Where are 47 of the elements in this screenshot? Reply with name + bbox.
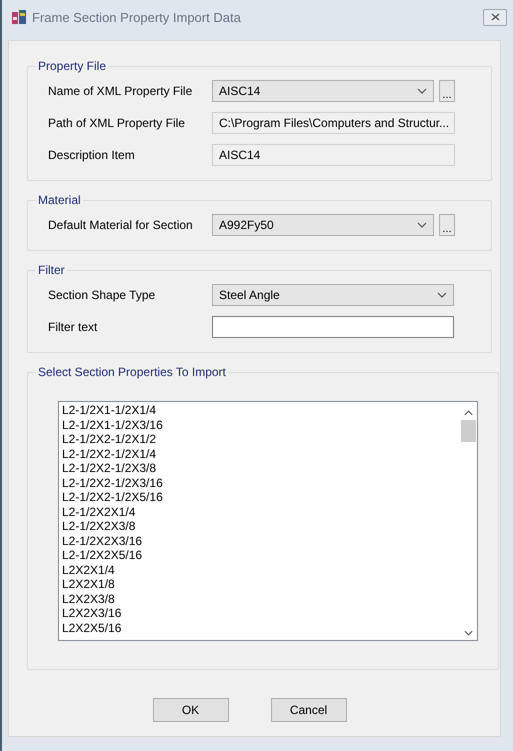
scroll-up-icon[interactable] — [464, 410, 473, 416]
list-item[interactable]: L2-1/2X1-1/2X3/16 — [62, 418, 457, 432]
list-item[interactable]: L2-1/2X2X3/8 — [62, 519, 457, 534]
scroll-down-icon — [464, 630, 473, 636]
app-icon — [11, 9, 27, 25]
input-field[interactable] — [212, 316, 454, 338]
list-item[interactable]: L2-1/2X2-1/2X3/8 — [62, 461, 457, 476]
field-label: Section Shape Type — [48, 288, 156, 302]
list-item[interactable]: L2-1/2X1-1/2X1/4 — [62, 403, 457, 418]
section-list[interactable] — [58, 401, 478, 641]
group-title: Property File — [37, 59, 108, 73]
scrollbar-thumb[interactable] — [461, 420, 476, 442]
dropdown[interactable]: AISC14 — [212, 80, 434, 102]
field-label: Name of XML Property File — [48, 84, 194, 98]
field-label: Path of XML Property File — [48, 116, 186, 130]
close-icon[interactable] — [490, 13, 500, 21]
field-label: Description Item — [48, 148, 136, 162]
list-item[interactable]: L2-1/2X2X5/16 — [62, 548, 457, 562]
list-item[interactable]: L2-1/2X2-1/2X5/16 — [62, 490, 457, 504]
chevron-down-icon — [417, 222, 427, 228]
chevron-down-icon — [417, 88, 427, 94]
dialog-button[interactable]: Cancel — [270, 698, 346, 722]
list-item[interactable]: L2-1/2X2-1/2X3/16 — [62, 476, 457, 490]
browse-button[interactable]: ... — [439, 214, 455, 236]
dropdown[interactable]: A992Fy50 — [212, 214, 434, 236]
list-item[interactable]: L2-1/2X2-1/2X1/4 — [62, 446, 457, 461]
readonly-field: AISC14 — [212, 144, 455, 166]
group-title: Filter — [37, 263, 66, 277]
window-title: Frame Section Property Import Data — [32, 10, 242, 24]
list-item[interactable]: L2X2X1/4 — [62, 562, 457, 577]
list-item[interactable]: L2X2X3/8 — [62, 592, 457, 606]
group-title: Select Section Properties To Import — [37, 365, 227, 379]
list-item[interactable]: L2-1/2X2X1/4 — [62, 504, 457, 519]
group-title: Material — [37, 193, 82, 207]
dialog-button[interactable]: OK — [152, 698, 228, 722]
close-button[interactable] — [483, 8, 507, 26]
browse-button[interactable]: ... — [439, 80, 455, 102]
field-label: Default Material for Section — [48, 218, 194, 232]
list-item[interactable]: L2-1/2X2-1/2X1/2 — [62, 432, 457, 446]
list-item[interactable]: L2X2X1/8 — [62, 577, 457, 592]
field-label: Filter text — [48, 320, 98, 334]
list-item[interactable]: L2X2X3/16 — [62, 606, 457, 620]
list-item[interactable]: L2X2X5/16 — [62, 620, 457, 635]
list-item[interactable]: L2-1/2X2X3/16 — [62, 534, 457, 548]
chevron-down-icon — [437, 292, 447, 298]
dropdown[interactable]: Steel Angle — [212, 284, 454, 306]
readonly-field: C:\Program Files\Computers and Structur... — [212, 112, 455, 134]
